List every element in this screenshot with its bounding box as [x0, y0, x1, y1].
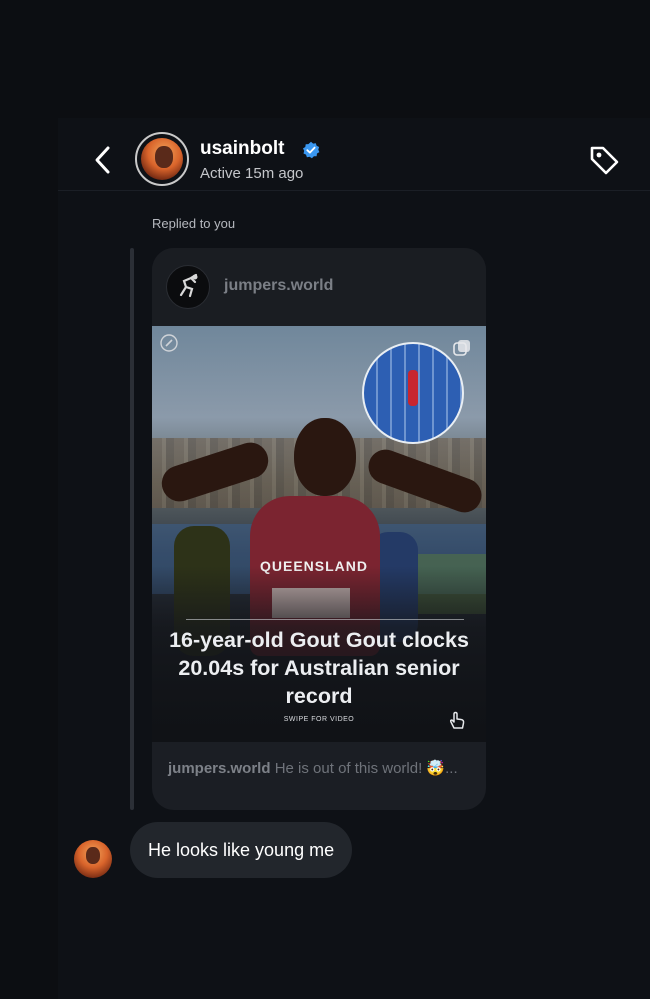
tag-icon[interactable]: [584, 140, 624, 180]
video-inset-circle: [362, 342, 464, 444]
username[interactable]: usainbolt: [200, 138, 284, 160]
shared-post-header: jumpers.world: [152, 248, 486, 326]
profile-avatar[interactable]: [135, 132, 189, 186]
carousel-icon: [452, 338, 472, 358]
post-caption: jumpers.world He is out of this world! 🤯…: [168, 760, 468, 778]
caption-text: He is out of this world! 🤯...: [274, 760, 458, 777]
post-image[interactable]: QUEENSLAND 16-year-old Gout Gout clocks …: [152, 326, 486, 742]
shared-post-card[interactable]: jumpers.world QUEENSLAND 16-year-old Gou…: [152, 248, 486, 810]
chevron-left-icon[interactable]: [86, 140, 122, 180]
source-account-name[interactable]: jumpers.world: [224, 277, 333, 295]
headline-divider: [186, 619, 464, 620]
caption-account[interactable]: jumpers.world: [168, 760, 271, 777]
message-bubble[interactable]: He looks like young me: [130, 822, 353, 878]
header-divider: [58, 190, 650, 191]
message-text: He looks like young me: [148, 840, 335, 860]
source-account-avatar[interactable]: [166, 265, 210, 309]
pencil-icon: [160, 334, 178, 352]
reply-label: Replied to you: [152, 216, 236, 231]
swipe-hand-icon: [446, 710, 468, 732]
active-status: Active 15m ago: [200, 165, 304, 182]
swipe-hint: SWIPE FOR VIDEO: [283, 716, 355, 723]
verified-badge-icon: [302, 141, 320, 159]
post-headline: 16-year-old Gout Gout clocks 20.04s for …: [169, 628, 469, 708]
athlete-head: [294, 418, 356, 496]
reply-indicator-bar: [130, 248, 134, 810]
sender-avatar[interactable]: [74, 840, 112, 878]
